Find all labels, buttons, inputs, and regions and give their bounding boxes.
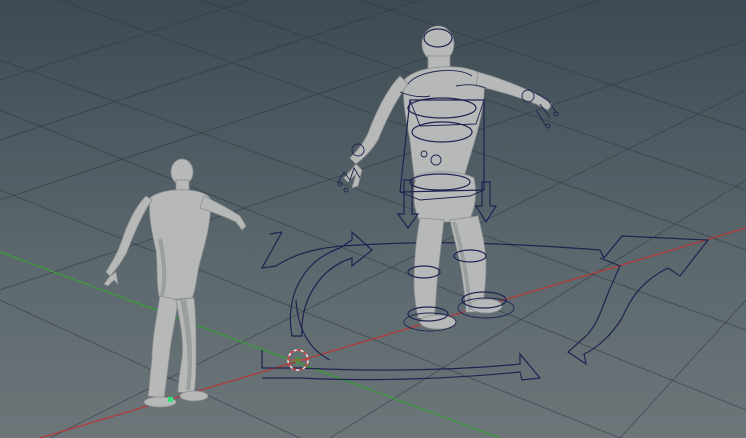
character-mesh-unrigged[interactable] [103,158,247,408]
ground-grid [0,0,746,438]
viewport-scene[interactable] [0,0,746,438]
selection-marker [168,397,173,402]
character-mesh-rigged[interactable] [343,25,553,330]
3d-viewport[interactable] [0,0,746,438]
x-axis-line [39,227,746,438]
world-pivot-manipulator[interactable] [287,349,309,371]
